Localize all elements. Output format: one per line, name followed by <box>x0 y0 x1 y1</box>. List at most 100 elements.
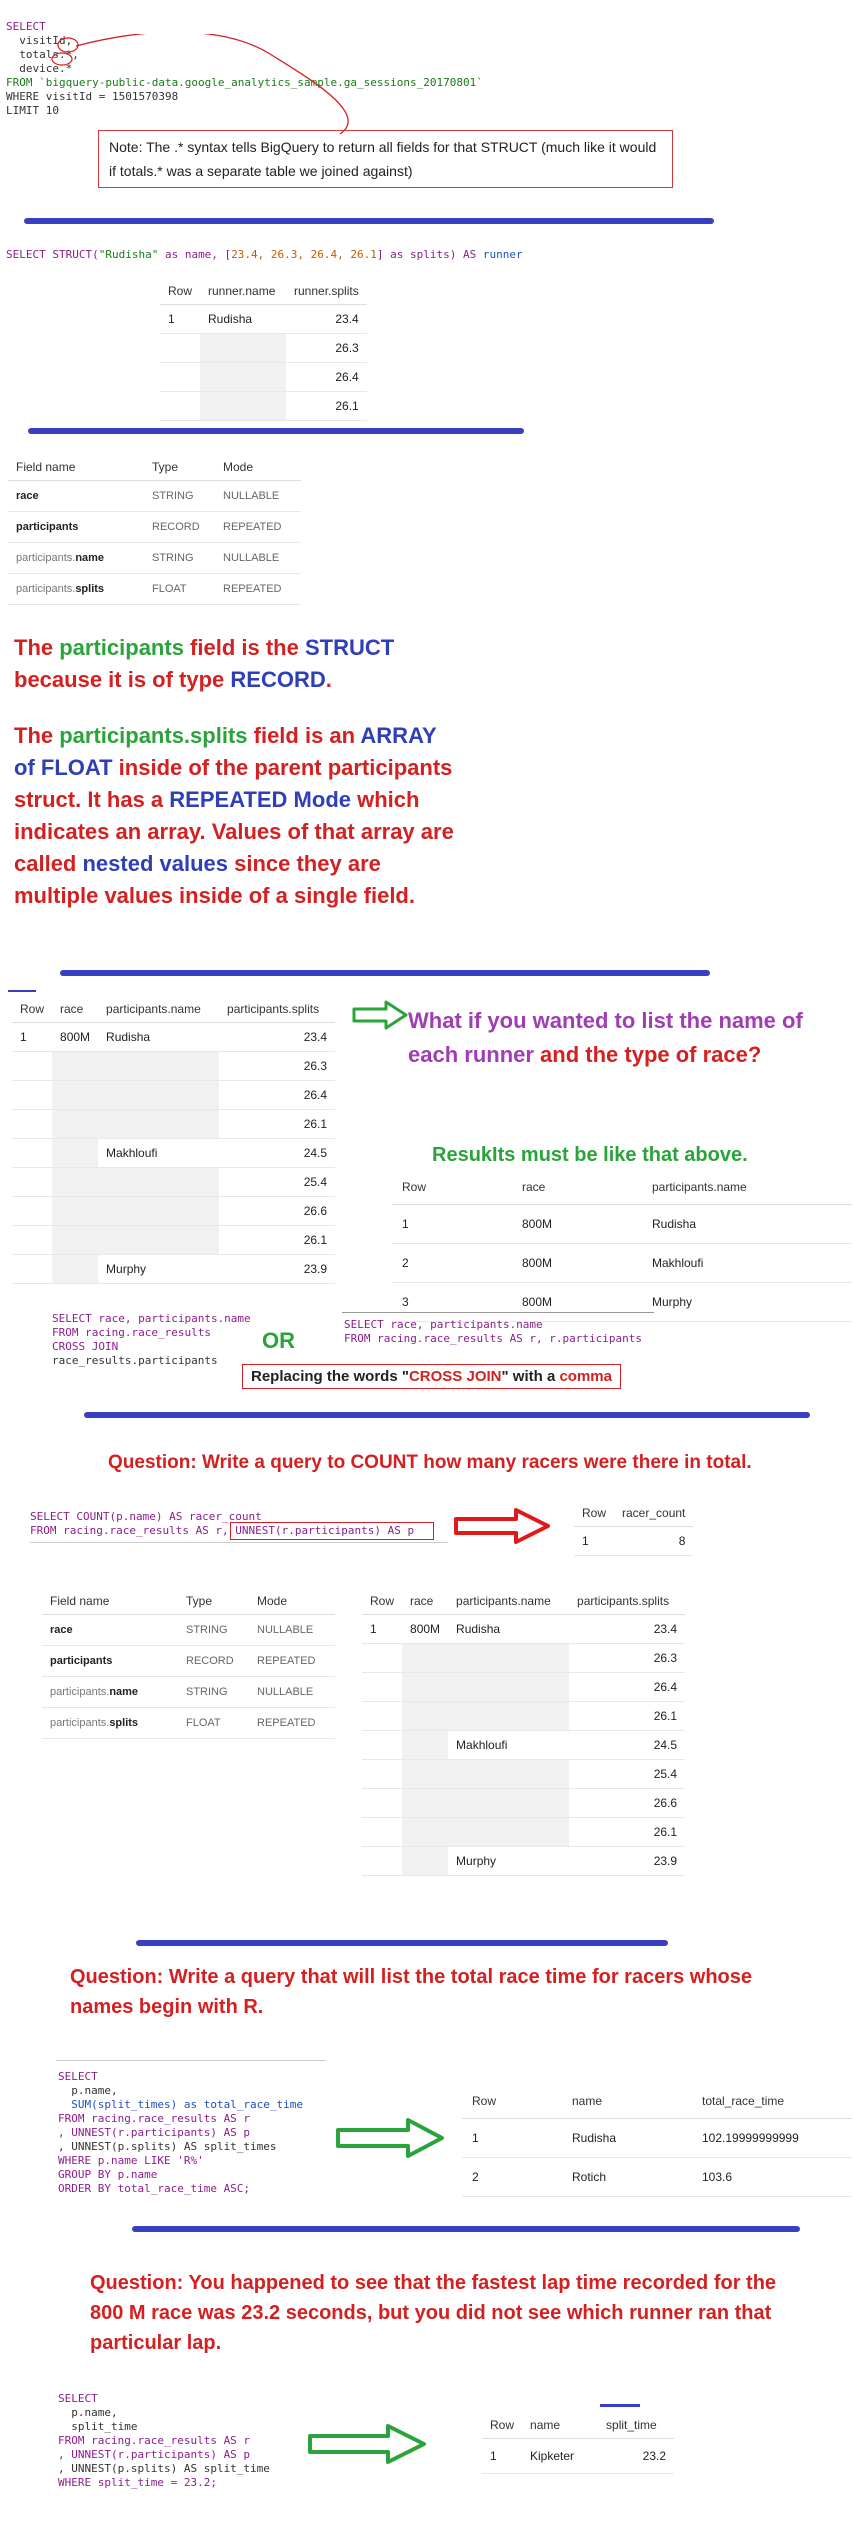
column-header: Row <box>362 1588 403 1615</box>
split-value: 24.5 <box>219 1138 336 1168</box>
column-header: participants.splits <box>219 996 336 1023</box>
red-arrow-icon <box>454 1508 550 1544</box>
schema-table: Field name Type Mode race STRING NULLABLE pa… <box>8 454 301 605</box>
column-header: participants.name <box>642 1170 852 1205</box>
table-row: 26.3 <box>362 1643 686 1673</box>
column-header: Row <box>392 1170 512 1205</box>
runner-results-table: Row runner.name runner.splits 1 Rudisha 23.4… <box>160 278 367 421</box>
column-header: total_race_time <box>692 2084 852 2119</box>
table-row: 26.4 <box>12 1080 336 1110</box>
table-row: 26.1 <box>362 1817 686 1847</box>
column-header: runner.splits <box>286 278 367 305</box>
table-row: 1 Rudisha 102.19999999999 <box>462 2118 852 2158</box>
split-value: 26.3 <box>219 1051 336 1081</box>
split-value: 26.1 <box>286 391 367 421</box>
mini-divider <box>8 990 36 992</box>
split-value: 26.3 <box>286 333 367 363</box>
mini-divider <box>600 2404 640 2407</box>
column-header: Row <box>482 2412 523 2439</box>
split-value: 26.4 <box>219 1080 336 1110</box>
sql-struct-runner: SELECT STRUCT("Rudisha" as name, [23.4, … <box>6 248 523 262</box>
code-keyword: SELECT STRUCT( <box>6 248 99 261</box>
split-value: 26.1 <box>219 1109 336 1139</box>
mini-divider <box>56 2060 326 2061</box>
row-number: 1 <box>160 304 201 334</box>
section-divider <box>28 428 524 434</box>
column-header: name <box>562 2084 692 2119</box>
table-row: Makhloufi 24.5 <box>362 1730 686 1760</box>
column-header: racer_count <box>614 1500 694 1527</box>
schema-row: participants RECORD REPEATED <box>8 511 301 543</box>
column-header: race <box>52 996 99 1023</box>
section-divider <box>60 970 710 976</box>
column-header: Type <box>178 1588 249 1615</box>
schema-row: participants.name STRING NULLABLE <box>8 542 301 574</box>
table-row: 26.3 <box>12 1051 336 1081</box>
list-question: What if you wanted to list the name of e… <box>408 1008 803 1067</box>
schema-row: participants.splits FLOAT REPEATED <box>42 1707 335 1739</box>
column-header: participants.splits <box>569 1588 686 1615</box>
column-header: race <box>402 1588 449 1615</box>
field-name: name <box>75 552 105 564</box>
count-question: Question: Write a query to COUNT how man… <box>108 1452 752 1473</box>
section-divider <box>132 2226 800 2232</box>
array-explanation: The participants.splits field is an ARRA… <box>14 723 454 908</box>
table-row: 26.1 <box>12 1225 336 1255</box>
table-row: Murphy 23.9 <box>12 1254 336 1284</box>
column-header: Field name <box>42 1588 178 1615</box>
code-string: "Rudisha" <box>98 248 159 261</box>
schema-table-repeat: Field name Type Mode race STRING NULLABLE pa… <box>42 1588 335 1739</box>
table-row: Makhloufi 24.5 <box>12 1138 336 1168</box>
table-row: 26.4 <box>160 362 367 392</box>
section-divider <box>136 1940 668 1946</box>
table-row: 26.3 <box>160 333 367 363</box>
code-keyword: ] as splits) AS <box>376 248 483 261</box>
column-header: name <box>522 2412 599 2439</box>
field-prefix: participants. <box>16 552 76 564</box>
column-header: Mode <box>249 1588 335 1615</box>
column-header: Field name <box>8 454 144 481</box>
schema-row: participants RECORD REPEATED <box>42 1645 335 1677</box>
section-divider <box>24 218 714 224</box>
mini-divider <box>30 1542 448 1543</box>
table-row: 26.1 <box>362 1701 686 1731</box>
table-row: 26.4 <box>362 1672 686 1702</box>
field-mode: NULLABLE <box>215 542 301 574</box>
column-header: Row <box>574 1500 615 1527</box>
field-prefix: participants. <box>16 583 76 595</box>
sql-total-time: SELECT p.name, SUM(split_times) as total… <box>58 2070 304 2195</box>
unnest-highlight-box <box>230 1522 434 1540</box>
code-numbers: 23.4, 26.3, 26.4, 26.1 <box>231 248 377 261</box>
runner-race-table: Row race participants.name 1 800M Rudisha 28… <box>392 1170 852 1322</box>
green-arrow-icon <box>308 2424 426 2464</box>
runner-name: Rudisha <box>200 304 287 334</box>
schema-row: participants.name STRING NULLABLE <box>42 1676 335 1708</box>
column-header: race <box>512 1170 642 1205</box>
column-header: Type <box>144 454 215 481</box>
sql-comma-join: SELECT race, participants.name FROM racin… <box>344 1318 643 1345</box>
schema-row: participants.splits FLOAT REPEATED <box>8 573 301 605</box>
field-mode: NULLABLE <box>215 480 301 512</box>
field-type: STRING <box>144 542 215 574</box>
code-keyword: as name, [ <box>158 248 232 261</box>
table-row: Murphy 23.9 <box>362 1846 686 1876</box>
table-row: 1 Kipketer 23.2 <box>482 2438 675 2474</box>
table-row: 1 800M Rudisha <box>392 1204 852 1244</box>
split-value: 23.9 <box>219 1254 336 1284</box>
code-identifier: runner <box>482 248 523 261</box>
schema-row: race STRING NULLABLE <box>8 480 301 512</box>
schema-row: race STRING NULLABLE <box>42 1614 335 1646</box>
field-name: race <box>16 490 39 502</box>
table-row: 1 800M Rudisha 23.4 <box>362 1614 686 1644</box>
split-value: 23.4 <box>286 304 367 334</box>
section-divider <box>84 1412 810 1418</box>
column-header: Row <box>462 2084 562 2119</box>
fastest-lap-results-table: Row name split_time 1 Kipketer 23.2 <box>482 2412 675 2474</box>
table-row: 3 800M Murphy <box>392 1282 852 1322</box>
total-time-question: Question: Write a query that will list t… <box>70 1966 753 2018</box>
or-label: OR <box>262 1328 295 1353</box>
table-row: 2 800M Makhloufi <box>392 1243 852 1283</box>
field-type: FLOAT <box>144 573 215 605</box>
table-row: 26.1 <box>160 391 367 421</box>
split-value: 25.4 <box>219 1167 336 1197</box>
